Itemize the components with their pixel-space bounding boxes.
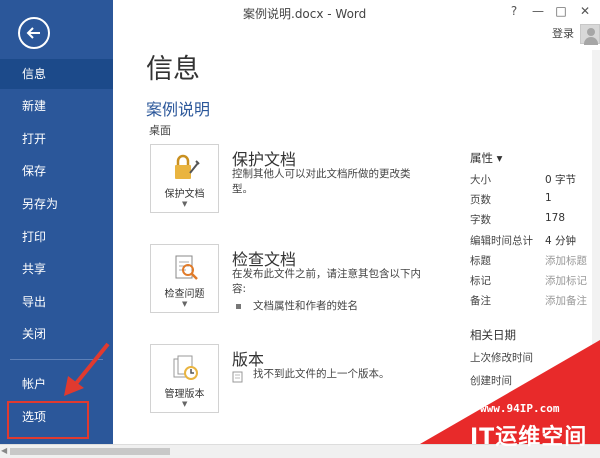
inspect-description: 在发布此文件之前，请注意其包含以下内容: <box>232 268 421 295</box>
bullet-square-icon <box>236 303 241 309</box>
versions-description: 找不到此文件的上一个版本。 <box>253 368 390 380</box>
protect-description: 控制其他人可以对此文档所做的更改类型。 <box>232 168 411 195</box>
watermark-url: www.94IP.com <box>480 402 560 415</box>
close-button[interactable]: ✕ <box>578 4 592 18</box>
title-bar: 案例说明.docx - Word ? — □ ✕ 登录 <box>113 0 600 45</box>
prop-key: 标记 <box>470 275 491 287</box>
check-issues-label: 检查问题 <box>164 289 205 300</box>
minimize-button[interactable]: — <box>531 4 545 18</box>
prop-key: 字数 <box>470 214 491 226</box>
nav-item-info[interactable]: 信息 <box>0 59 113 89</box>
prop-key: 大小 <box>470 174 491 186</box>
check-issues-button[interactable]: 检查问题 ▼ <box>150 244 219 313</box>
login-link[interactable]: 登录 <box>552 25 574 41</box>
avatar-icon[interactable] <box>580 24 600 45</box>
help-button[interactable]: ? <box>507 4 521 18</box>
options-highlight-box <box>7 401 89 439</box>
prop-key: 页数 <box>470 194 491 206</box>
prop-key: 备注 <box>470 295 491 307</box>
prop-key: 编辑时间总计 <box>470 235 533 247</box>
nav-item-print[interactable]: 打印 <box>0 222 113 252</box>
watermark-brand: IT运维空间 <box>470 425 588 450</box>
prop-row-pages: 页数 1 <box>470 192 590 210</box>
inspect-bullet-text: 文档属性和作者的姓名 <box>253 300 358 312</box>
prop-row-title: 标题 添加标题 <box>470 253 590 271</box>
protect-document-label: 保护文档 <box>164 189 205 200</box>
chevron-down-icon: ▼ <box>182 300 188 308</box>
prop-value: 178 <box>545 212 566 224</box>
restore-button[interactable]: □ <box>554 4 568 18</box>
nav-item-export[interactable]: 导出 <box>0 287 113 317</box>
nav-item-new[interactable]: 新建 <box>0 91 113 121</box>
prop-value: 0 字节 <box>545 174 577 186</box>
properties-dropdown[interactable]: 属性 ▾ <box>470 150 502 166</box>
prop-row-comments: 备注 添加备注 <box>470 293 590 311</box>
prop-row-size: 大小 0 字节 <box>470 172 590 190</box>
document-location[interactable]: 桌面 <box>149 122 171 138</box>
prop-value: 1 <box>545 192 552 204</box>
version-page-icon <box>232 368 244 387</box>
nav-item-share[interactable]: 共享 <box>0 254 113 284</box>
window-title: 案例说明.docx - Word <box>243 7 367 21</box>
watermark: www.94IP.com IT运维空间 <box>420 340 600 450</box>
scrollbar-thumb[interactable] <box>10 448 170 455</box>
prop-value: 4 分钟 <box>545 235 577 247</box>
back-button[interactable] <box>18 17 50 49</box>
nav-item-save-as[interactable]: 另存为 <box>0 189 113 219</box>
annotation-arrow-icon <box>64 342 110 396</box>
title-field[interactable]: 添加标题 <box>545 253 587 268</box>
versions-icon <box>173 355 198 380</box>
prop-row-tags: 标记 添加标记 <box>470 273 590 291</box>
protect-document-button[interactable]: 保护文档 ▼ <box>150 144 219 213</box>
scroll-left-icon[interactable]: ◀ <box>1 446 7 455</box>
document-name: 案例说明 <box>146 100 211 119</box>
manage-versions-button[interactable]: 管理版本 ▼ <box>150 344 219 413</box>
lock-key-icon <box>175 154 200 179</box>
page-title: 信息 <box>146 54 200 85</box>
nav-item-open[interactable]: 打开 <box>0 124 113 154</box>
comments-field[interactable]: 添加备注 <box>545 293 587 308</box>
tags-field[interactable]: 添加标记 <box>545 273 587 288</box>
manage-versions-label: 管理版本 <box>164 389 205 400</box>
prop-row-edit-time: 编辑时间总计 4 分钟 <box>470 233 590 251</box>
prop-key: 标题 <box>470 255 491 267</box>
chevron-down-icon: ▼ <box>182 400 188 408</box>
chevron-down-icon: ▼ <box>182 200 188 208</box>
nav-item-save[interactable]: 保存 <box>0 156 113 186</box>
inspect-document-icon <box>175 255 198 280</box>
back-arrow-icon <box>26 27 40 39</box>
prop-row-words: 字数 178 <box>470 212 590 230</box>
inspect-bullet: 文档属性和作者的姓名 <box>236 298 358 313</box>
